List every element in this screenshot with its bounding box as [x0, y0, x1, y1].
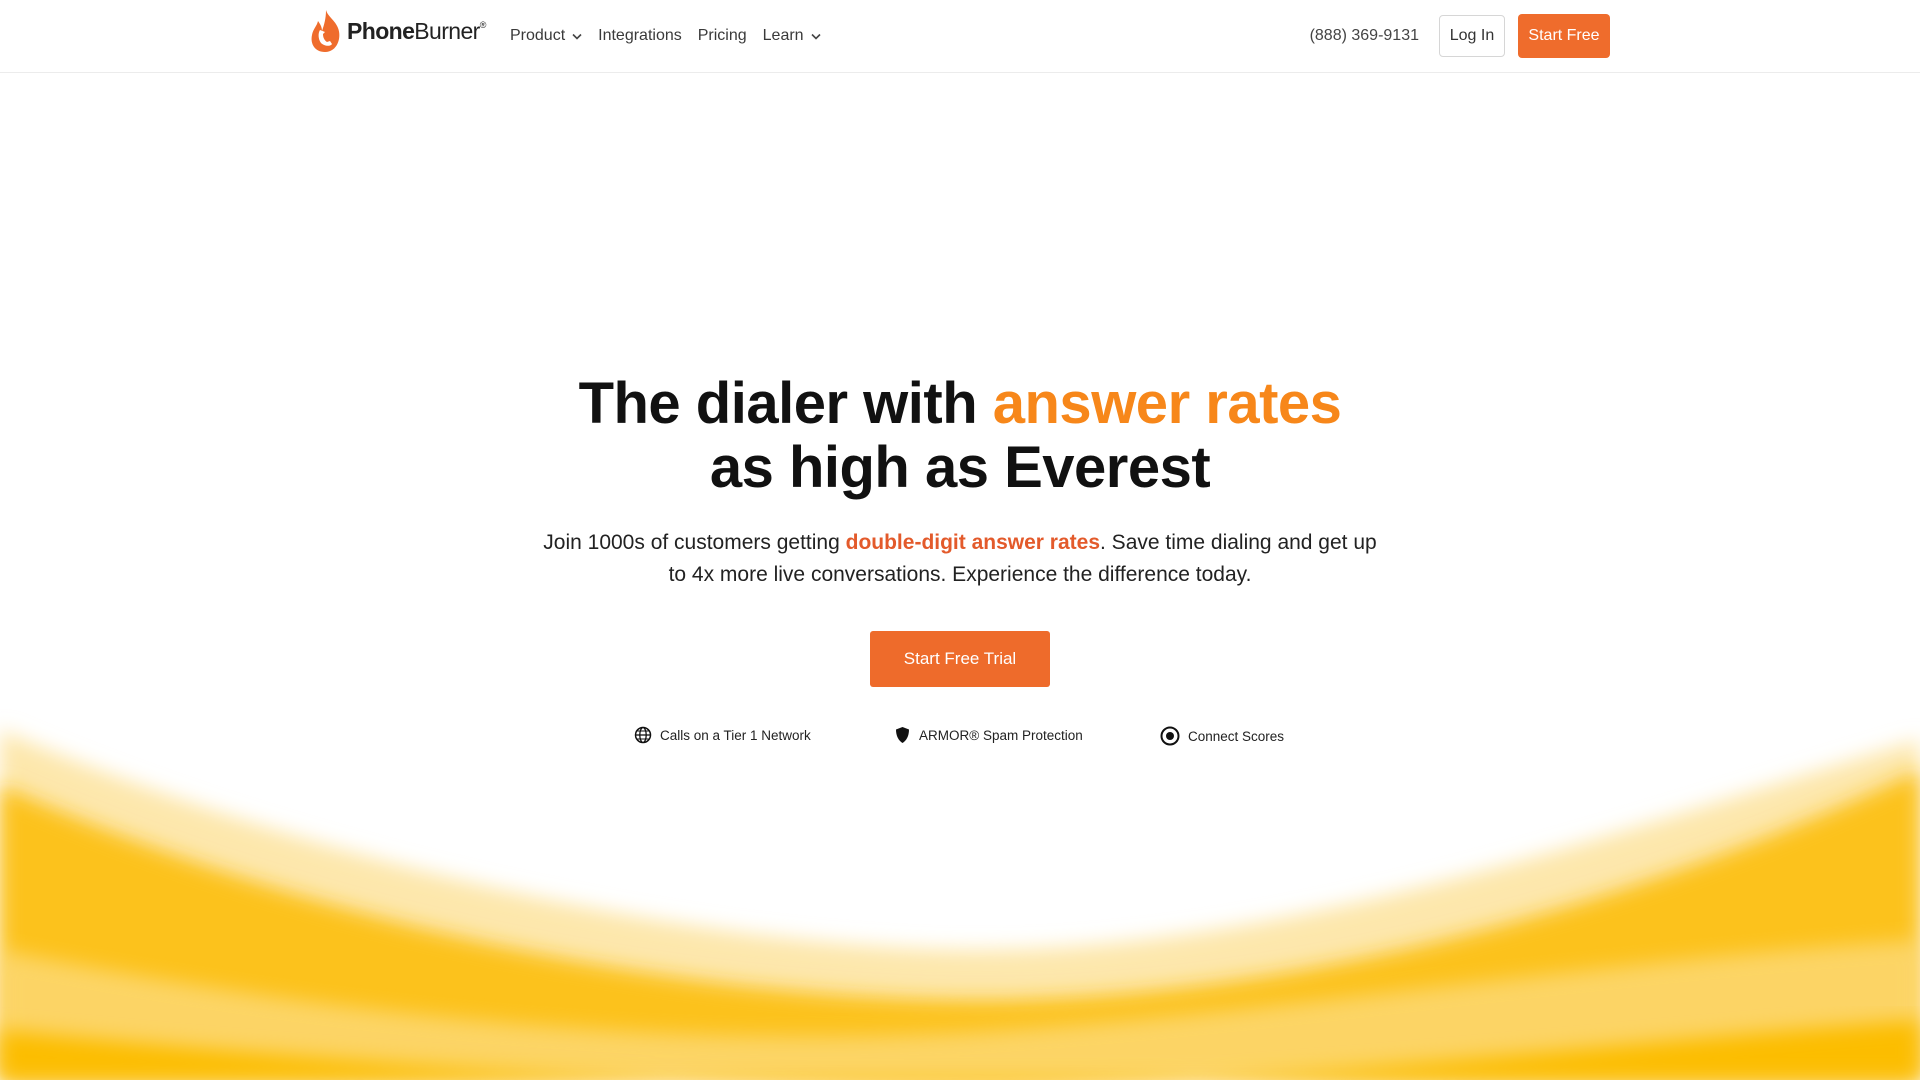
feature-list: Calls on a Tier 1 Network ARMOR® Spam Pr… — [0, 726, 1920, 748]
hero-subtitle: Join 1000s of customers getting double-d… — [540, 527, 1380, 591]
phone-number-link[interactable]: (888) 369-9131 — [1310, 0, 1419, 72]
hero-title-accent: answer rates — [992, 371, 1342, 436]
hero-sub-highlight: double-digit answer rates — [845, 531, 1101, 554]
nav-item-label: Product — [510, 27, 566, 44]
logo-light: Burner — [414, 17, 480, 44]
feature-connect-scores: Connect Scores — [1160, 726, 1284, 746]
logo-wordmark: PhoneBurner® — [347, 18, 486, 45]
wave-background — [0, 730, 1920, 1080]
shield-icon — [894, 726, 911, 744]
start-free-trial-button[interactable]: Start Free Trial — [870, 631, 1050, 687]
nav-item-pricing[interactable]: Pricing — [698, 27, 747, 45]
hero-title-line2: as high as Everest — [709, 435, 1211, 500]
page: PhoneBurner® Product Integrations Pricin… — [0, 0, 1920, 1080]
logo-reg: ® — [479, 19, 487, 30]
feature-tier1-network: Calls on a Tier 1 Network — [634, 726, 811, 744]
flame-phone-icon — [311, 10, 340, 52]
hero-sub-part1: Join 1000s of customers getting — [543, 531, 846, 554]
target-icon — [1160, 726, 1180, 746]
start-free-button[interactable]: Start Free — [1518, 14, 1610, 58]
globe-icon — [634, 726, 652, 744]
nav-item-integrations[interactable]: Integrations — [598, 27, 682, 45]
phoneburner-logo[interactable]: PhoneBurner® — [309, 8, 486, 54]
hero-title-part1: The dialer with — [578, 371, 993, 436]
nav-item-label: Pricing — [697, 27, 747, 44]
chevron-down-icon — [572, 27, 582, 45]
hero-title: The dialer with answer rates as high as … — [0, 372, 1920, 500]
chevron-down-icon — [811, 27, 821, 45]
feature-label: Connect Scores — [1188, 728, 1285, 744]
logo-strong: Phone — [347, 17, 415, 44]
nav-item-label: Learn — [762, 27, 804, 44]
nav-item-label: Integrations — [598, 27, 682, 44]
feature-armor-spam: ARMOR® Spam Protection — [894, 726, 1083, 744]
nav-item-product[interactable]: Product — [510, 27, 582, 45]
feature-label: ARMOR® Spam Protection — [919, 727, 1083, 743]
nav-item-learn[interactable]: Learn — [763, 27, 821, 45]
feature-label: Calls on a Tier 1 Network — [660, 727, 811, 743]
site-header: PhoneBurner® Product Integrations Pricin… — [0, 0, 1920, 73]
main-nav: Product Integrations Pricing Learn — [510, 0, 837, 72]
log-in-button[interactable]: Log In — [1439, 15, 1505, 57]
